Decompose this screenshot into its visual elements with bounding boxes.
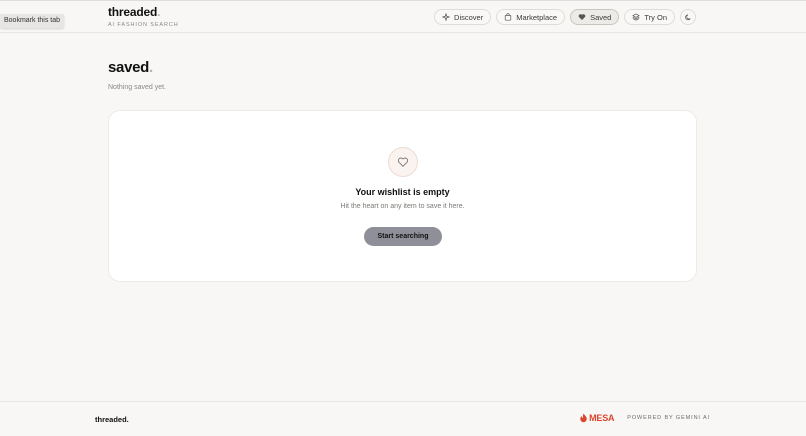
nav-saved-label: Saved [590, 12, 612, 22]
heart-outline-icon [388, 147, 418, 177]
flame-icon [579, 413, 588, 423]
page-title-dot: . [149, 59, 153, 76]
footer: threaded. MESA POWERED BY GEMINI AI [0, 401, 806, 436]
mesa-logo[interactable]: MESA [579, 413, 614, 423]
empty-state-title: Your wishlist is empty [355, 187, 450, 197]
brand-tagline: AI FASHION SEARCH [108, 22, 179, 28]
nav-discover-label: Discover [454, 12, 484, 22]
powered-by-label: POWERED BY GEMINI AI [627, 415, 710, 421]
footer-right: MESA POWERED BY GEMINI AI [579, 413, 710, 423]
bookmark-tooltip: Bookmark this tab [0, 14, 65, 28]
nav-marketplace-label: Marketplace [516, 12, 558, 22]
nav-discover-button[interactable]: Discover [434, 9, 492, 25]
brand[interactable]: threaded. AI FASHION SEARCH [108, 6, 179, 29]
page-subtitle: Nothing saved yet. [108, 84, 166, 91]
page-title-text: saved [108, 59, 150, 76]
heart-icon [578, 13, 586, 21]
sparkle-icon [442, 13, 450, 21]
store-icon [504, 13, 512, 21]
theme-toggle-button[interactable] [680, 9, 696, 25]
top-header: threaded. AI FASHION SEARCH Discover Mar… [0, 0, 806, 33]
brand-name: threaded [108, 5, 158, 19]
moon-icon [684, 14, 692, 21]
main-nav: Discover Marketplace Saved Try On [434, 9, 696, 25]
empty-state-card: Your wishlist is empty Hit the heart on … [108, 110, 697, 282]
empty-state-description: Hit the heart on any item to save it her… [340, 203, 465, 210]
layers-icon [632, 13, 640, 21]
brand-dot: . [157, 5, 161, 19]
start-searching-button[interactable]: Start searching [364, 227, 442, 246]
brand-logo: threaded. [108, 6, 179, 19]
nav-try-on-button[interactable]: Try On [624, 9, 675, 25]
nav-try-on-label: Try On [644, 12, 667, 22]
mesa-logo-text: MESA [589, 413, 615, 423]
nav-saved-button[interactable]: Saved [570, 9, 620, 25]
footer-brand[interactable]: threaded. [95, 415, 129, 424]
nav-marketplace-button[interactable]: Marketplace [496, 9, 566, 25]
page-title: saved. [108, 59, 153, 76]
